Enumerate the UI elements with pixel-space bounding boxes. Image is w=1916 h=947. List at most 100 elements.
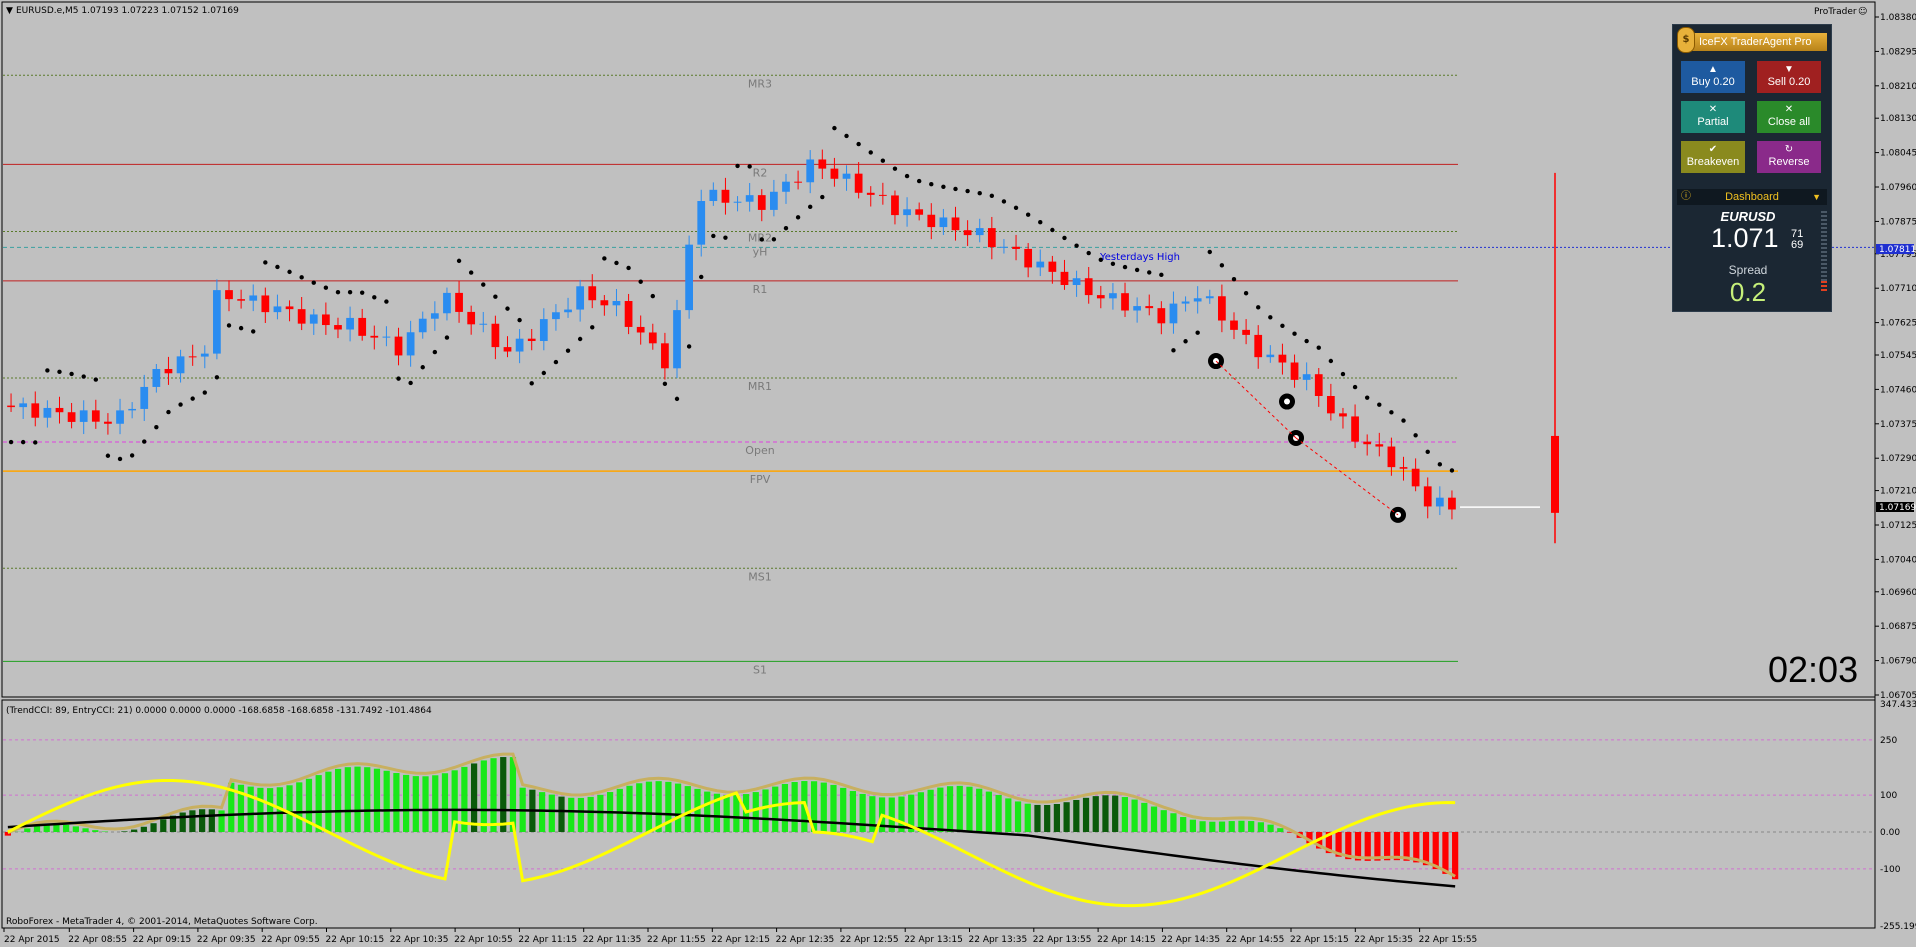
candle-body[interactable] bbox=[794, 181, 802, 183]
candle-body[interactable] bbox=[1012, 246, 1020, 249]
candle-body[interactable] bbox=[1448, 497, 1456, 510]
candle-body[interactable] bbox=[31, 403, 40, 418]
traderagent-panel[interactable]: IceFX TraderAgent Pro $ ▲ Buy 0.20 ▼ Sell 0… bbox=[1672, 24, 1832, 312]
candle-body[interactable] bbox=[79, 410, 88, 422]
candle-body[interactable] bbox=[370, 335, 379, 338]
buy-button[interactable]: ▲ Buy 0.20 bbox=[1681, 61, 1745, 93]
candle-body[interactable] bbox=[358, 317, 367, 336]
candle-body[interactable] bbox=[600, 300, 609, 306]
candle-body[interactable] bbox=[903, 209, 911, 216]
candle-body[interactable] bbox=[261, 295, 270, 313]
candle-body[interactable] bbox=[479, 323, 488, 325]
candle-body[interactable] bbox=[1169, 303, 1178, 324]
candle-body[interactable] bbox=[394, 336, 403, 356]
candle-body[interactable] bbox=[878, 194, 887, 196]
candle-body[interactable] bbox=[1133, 306, 1142, 311]
candle-body[interactable] bbox=[1036, 261, 1045, 268]
candle-body[interactable] bbox=[176, 356, 185, 374]
candle-body[interactable] bbox=[733, 201, 742, 203]
candle-body[interactable] bbox=[128, 408, 137, 411]
candle-body[interactable] bbox=[7, 405, 15, 408]
candle-body[interactable] bbox=[152, 368, 161, 387]
breakeven-button[interactable]: ✔ Breakeven bbox=[1681, 141, 1745, 173]
candle-body[interactable] bbox=[673, 310, 681, 369]
main-chart-area[interactable] bbox=[1, 1, 1876, 698]
candle-body[interactable] bbox=[1266, 354, 1275, 358]
candle-body[interactable] bbox=[842, 173, 851, 179]
candle-body[interactable] bbox=[854, 173, 863, 193]
candle-body[interactable] bbox=[406, 332, 415, 356]
candle-body[interactable] bbox=[104, 421, 112, 424]
candle-body[interactable] bbox=[939, 217, 948, 228]
candle-body[interactable] bbox=[1375, 444, 1384, 447]
candle-body[interactable] bbox=[927, 214, 936, 228]
candle-body[interactable] bbox=[1399, 467, 1408, 469]
candle-body[interactable] bbox=[1423, 486, 1432, 507]
candle-body[interactable] bbox=[830, 168, 839, 179]
candle-body[interactable] bbox=[503, 347, 512, 352]
mt4-chart-window[interactable]: MR3 R2 MR2yH R1 MR1 Open FPV MS1 S1 347.4336 250 1… bbox=[0, 0, 1916, 947]
candle-body[interactable] bbox=[770, 191, 778, 210]
close-all-button[interactable]: ✕ Close all bbox=[1757, 101, 1821, 133]
candle-body[interactable] bbox=[1096, 295, 1105, 299]
candle-body[interactable] bbox=[297, 309, 306, 324]
candle-body[interactable] bbox=[588, 286, 597, 301]
candle-body[interactable] bbox=[648, 332, 657, 344]
candle-body[interactable] bbox=[1121, 293, 1129, 311]
candle-body[interactable] bbox=[443, 292, 451, 314]
candle-body[interactable] bbox=[430, 313, 439, 319]
candle-body[interactable] bbox=[382, 336, 391, 338]
candle-body[interactable] bbox=[200, 353, 209, 357]
chart-header-arrow[interactable]: ▼ bbox=[6, 6, 13, 16]
candle-body[interactable] bbox=[491, 323, 500, 348]
candle-body[interactable] bbox=[43, 407, 52, 418]
candle-body[interactable] bbox=[249, 295, 258, 301]
candle-body[interactable] bbox=[624, 301, 633, 327]
candle-body[interactable] bbox=[891, 195, 899, 216]
candle-body[interactable] bbox=[963, 230, 972, 236]
candle-body[interactable] bbox=[1060, 271, 1069, 286]
candle-body[interactable] bbox=[225, 290, 233, 300]
candle-body[interactable] bbox=[515, 338, 524, 352]
candle-body[interactable] bbox=[1084, 278, 1093, 296]
candle-body[interactable] bbox=[1278, 354, 1287, 363]
candle-body[interactable] bbox=[1230, 320, 1238, 330]
dashboard-toggle[interactable]: ⓘ Dashboard ▼ bbox=[1677, 189, 1827, 205]
candle-body[interactable] bbox=[285, 306, 294, 310]
candle-body[interactable] bbox=[818, 159, 827, 169]
candle-body[interactable] bbox=[1326, 396, 1335, 414]
candle-body[interactable] bbox=[418, 318, 427, 333]
candle-body[interactable] bbox=[1109, 293, 1117, 299]
candle-body[interactable] bbox=[1339, 413, 1347, 417]
candle-body[interactable] bbox=[709, 189, 718, 202]
candle-body[interactable] bbox=[213, 290, 221, 354]
candle-body[interactable] bbox=[1302, 374, 1311, 380]
candle-body[interactable] bbox=[782, 181, 790, 192]
candle-body[interactable] bbox=[116, 410, 124, 424]
candle-body[interactable] bbox=[1254, 334, 1263, 358]
candle-body[interactable] bbox=[334, 325, 342, 330]
candle-body[interactable] bbox=[467, 311, 476, 325]
candle-body[interactable] bbox=[1218, 296, 1226, 321]
candle-body[interactable] bbox=[951, 217, 960, 231]
candle-body[interactable] bbox=[757, 195, 766, 210]
candle-body[interactable] bbox=[1048, 261, 1057, 272]
partial-button[interactable]: ✕ Partial bbox=[1681, 101, 1745, 133]
candle-body[interactable] bbox=[19, 403, 28, 408]
candle-body[interactable] bbox=[636, 326, 645, 333]
candle-body[interactable] bbox=[1193, 298, 1202, 302]
candle-body[interactable] bbox=[1363, 441, 1372, 445]
candle-body[interactable] bbox=[806, 159, 815, 183]
candle-body[interactable] bbox=[55, 407, 64, 413]
candle-body[interactable] bbox=[1387, 446, 1396, 468]
candle-body[interactable] bbox=[539, 319, 548, 342]
candle-body[interactable] bbox=[1145, 306, 1154, 309]
candle-body[interactable] bbox=[455, 292, 463, 312]
candle-body[interactable] bbox=[1205, 296, 1214, 299]
candle-body[interactable] bbox=[576, 286, 585, 310]
panel-title[interactable]: IceFX TraderAgent Pro bbox=[1687, 33, 1827, 51]
candle-body[interactable] bbox=[67, 412, 76, 422]
candle-body[interactable] bbox=[164, 368, 173, 374]
candle-body[interactable] bbox=[1157, 308, 1166, 324]
candle-body[interactable] bbox=[697, 201, 706, 245]
